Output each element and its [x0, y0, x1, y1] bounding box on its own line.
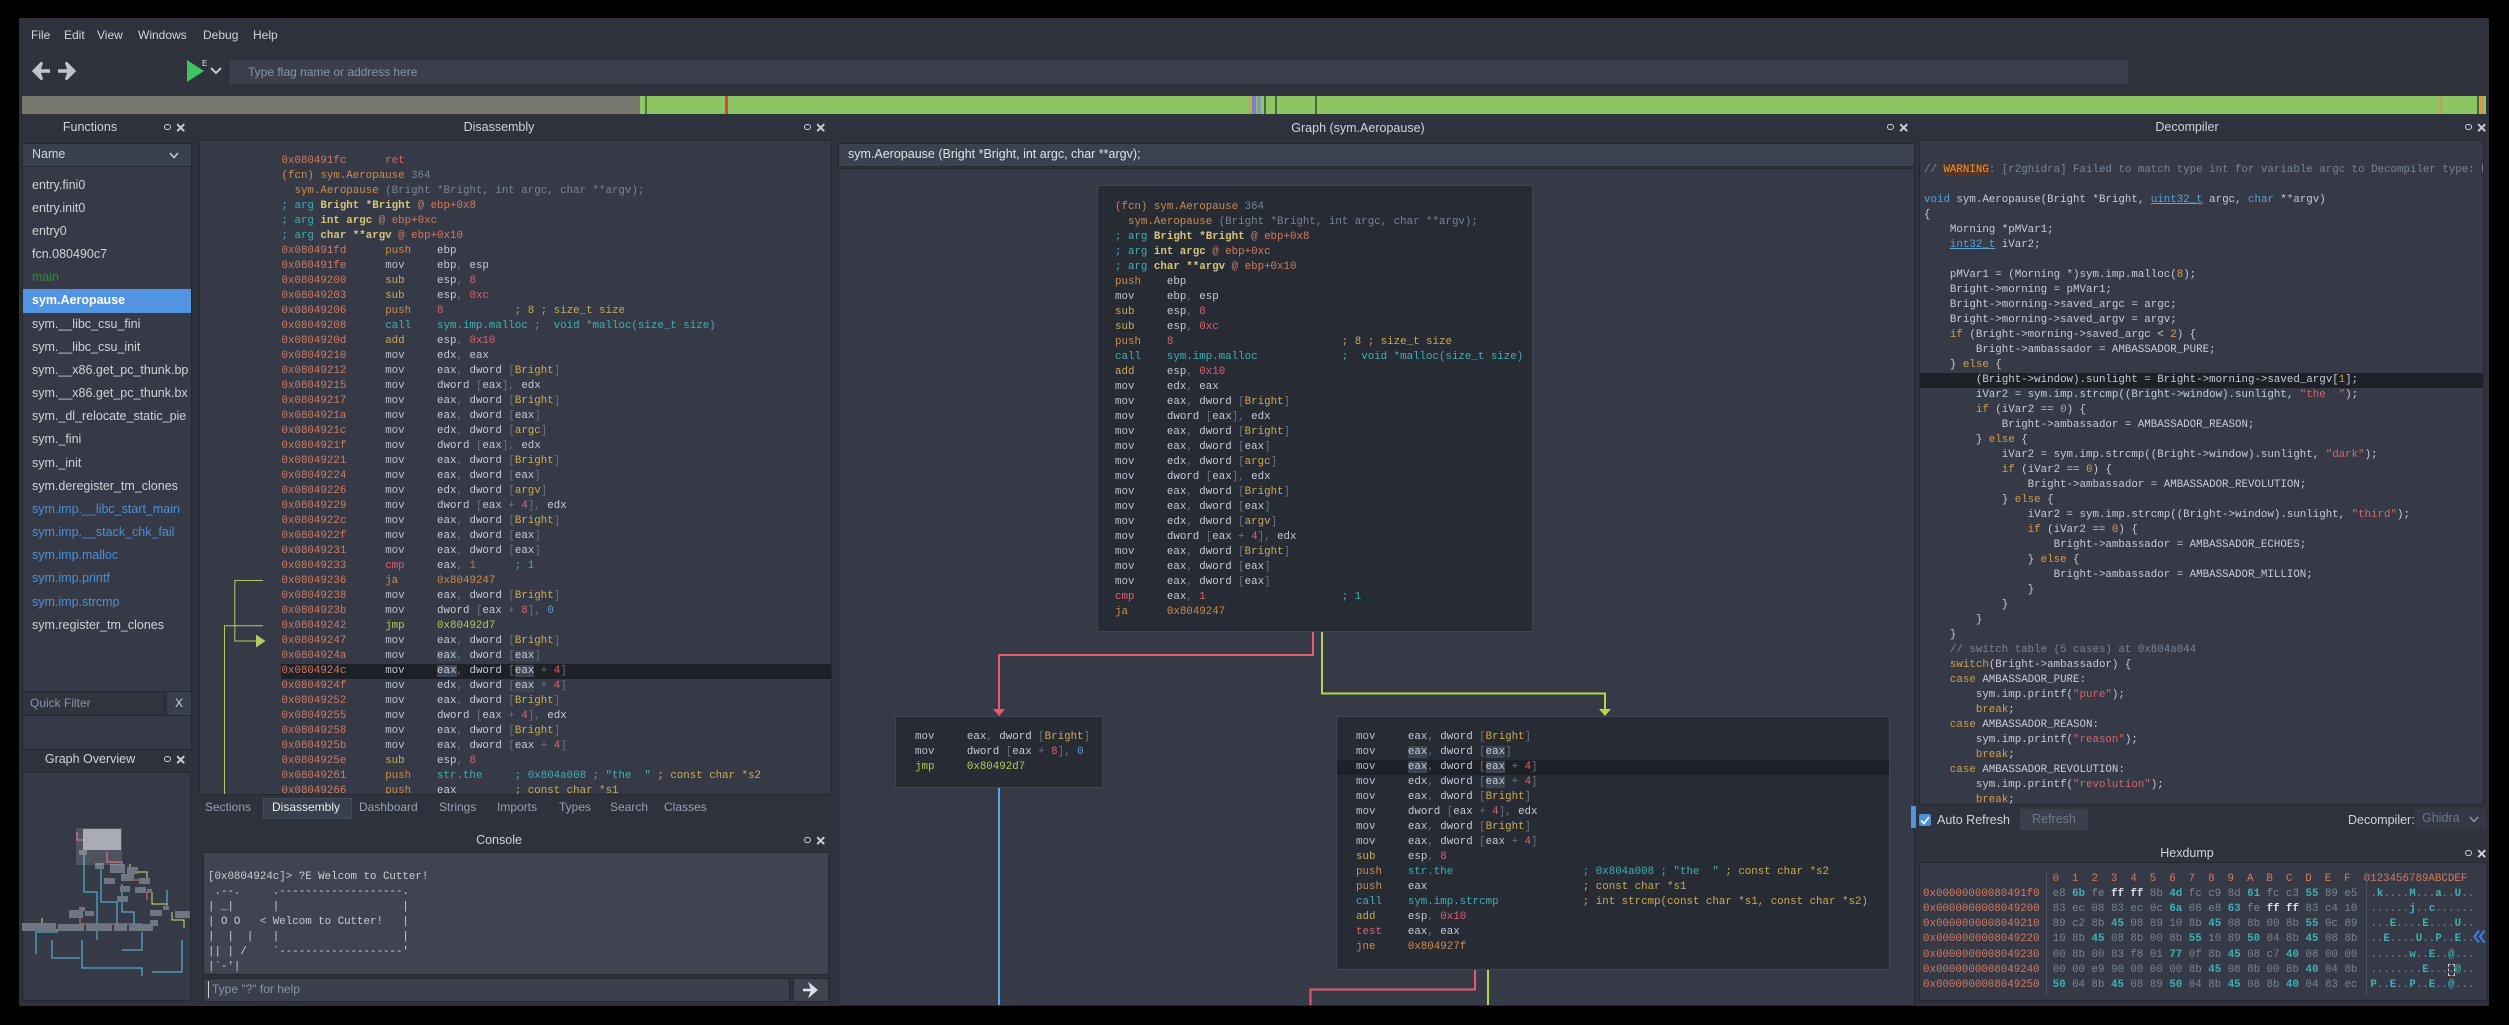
svg-text:E: E	[202, 59, 207, 68]
